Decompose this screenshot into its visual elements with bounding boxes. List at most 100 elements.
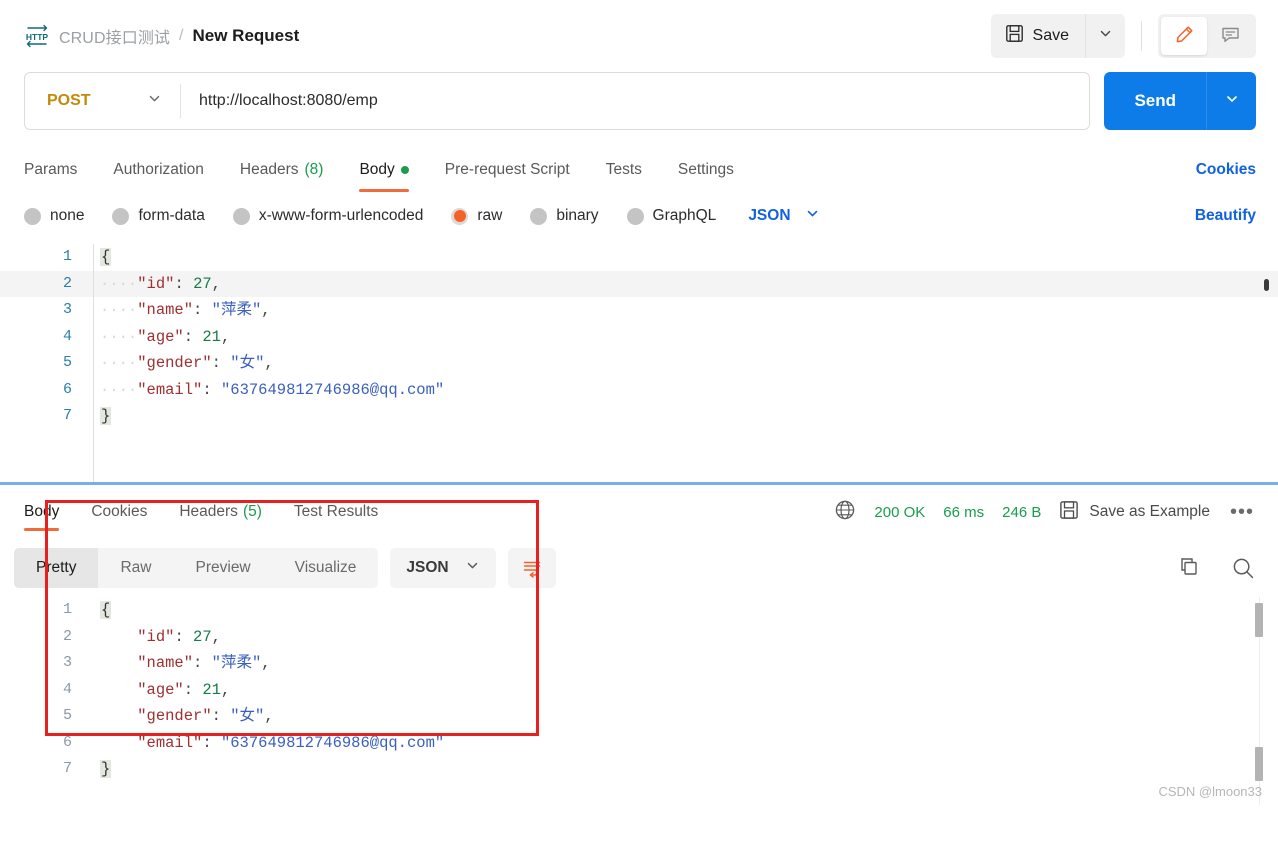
view-mode-raw[interactable]: Raw bbox=[98, 548, 173, 588]
tab-pre-request-script[interactable]: Pre-request Script bbox=[445, 148, 570, 192]
radio-icon bbox=[530, 207, 548, 225]
body-type-binary[interactable]: binary bbox=[530, 207, 599, 225]
send-button[interactable]: Send bbox=[1104, 72, 1206, 130]
code-token-comma: , bbox=[264, 354, 274, 372]
response-tab-cookies[interactable]: Cookies bbox=[91, 485, 147, 539]
response-format-select[interactable]: JSON bbox=[390, 548, 496, 588]
code-token-colon: : bbox=[211, 354, 221, 372]
body-format-select[interactable]: JSON bbox=[748, 206, 819, 226]
code-line: 4 ····"age": 21, bbox=[0, 324, 1278, 351]
code-token-key: "age" bbox=[137, 680, 184, 699]
save-button[interactable]: Save bbox=[990, 14, 1085, 58]
save-as-example-button[interactable]: Save as Example bbox=[1059, 500, 1210, 525]
beautify-link[interactable]: Beautify bbox=[1195, 207, 1256, 225]
radio-label: raw bbox=[477, 207, 503, 224]
code-indent: ···· bbox=[100, 354, 138, 372]
body-type-raw[interactable]: raw bbox=[451, 207, 502, 225]
tab-authorization[interactable]: Authorization bbox=[113, 148, 203, 192]
tab-settings[interactable]: Settings bbox=[678, 148, 734, 192]
chevron-down-icon bbox=[805, 206, 820, 226]
code-line: 2 ····"id": 27, bbox=[0, 270, 1278, 297]
edit-mode-button[interactable] bbox=[1161, 17, 1207, 55]
body-type-graphql[interactable]: GraphQL bbox=[626, 207, 716, 225]
editor-gutter-line bbox=[93, 244, 94, 482]
view-mode-preview[interactable]: Preview bbox=[174, 548, 273, 588]
view-toggle-group bbox=[1158, 14, 1256, 58]
body-type-none[interactable]: none bbox=[24, 207, 84, 225]
response-scrollbar-thumb-bottom[interactable] bbox=[1255, 747, 1263, 781]
comment-button[interactable] bbox=[1207, 17, 1253, 55]
response-scrollbar-thumb-top[interactable] bbox=[1255, 603, 1263, 637]
code-token-colon: : bbox=[174, 627, 194, 646]
code-line: 2 "id": 27, bbox=[0, 624, 1278, 651]
response-body-viewer[interactable]: 1 { 2 "id": 27, 3 "name": "萍柔", 4 "age":… bbox=[0, 597, 1278, 805]
code-token-value: 27 bbox=[193, 627, 212, 646]
http-method-label: POST bbox=[47, 92, 91, 109]
ellipsis-icon[interactable]: ••• bbox=[1228, 501, 1256, 524]
radio-icon bbox=[626, 207, 644, 225]
code-line: 3 "name": "萍柔", bbox=[0, 650, 1278, 677]
response-tab-headers[interactable]: Headers (5) bbox=[179, 485, 262, 539]
response-tab-label: Test Results bbox=[293, 503, 379, 520]
line-number: 1 bbox=[62, 248, 72, 265]
code-line: 7 } bbox=[0, 403, 1278, 430]
view-mode-visualize[interactable]: Visualize bbox=[273, 548, 379, 588]
response-toolbar: Pretty Raw Preview Visualize JSON bbox=[0, 539, 1278, 597]
code-line: 1 { bbox=[0, 244, 1278, 271]
comment-icon bbox=[1220, 24, 1241, 48]
line-number: 2 bbox=[62, 627, 72, 645]
code-line: 5 ····"gender": "女", bbox=[0, 350, 1278, 377]
search-icon[interactable] bbox=[1231, 556, 1256, 581]
code-token-key: "name" bbox=[137, 301, 194, 319]
response-tab-test-results[interactable]: Test Results bbox=[294, 485, 378, 539]
word-wrap-icon[interactable] bbox=[507, 548, 556, 588]
code-line: 3 ····"name": "萍柔", bbox=[0, 297, 1278, 324]
code-token-value: 21 bbox=[202, 680, 221, 699]
code-token-colon: : bbox=[193, 301, 203, 319]
radio-icon-selected bbox=[451, 207, 469, 225]
tab-headers[interactable]: Headers (8) bbox=[240, 148, 324, 192]
tab-tests[interactable]: Tests bbox=[606, 148, 642, 192]
code-line: 7 } bbox=[0, 756, 1278, 783]
copy-icon[interactable] bbox=[1177, 556, 1201, 580]
tab-label: Settings bbox=[677, 161, 734, 178]
tab-params[interactable]: Params bbox=[24, 148, 77, 192]
code-indent: ···· bbox=[100, 301, 138, 319]
response-time: 66 ms bbox=[943, 503, 985, 521]
request-body-editor[interactable]: 1 { 2 ····"id": 27, 3 ····"name": "萍柔", … bbox=[0, 244, 1278, 482]
editor-vertical-scrollbar[interactable] bbox=[1264, 279, 1269, 291]
response-size: 246 B bbox=[1002, 503, 1042, 521]
tab-body[interactable]: Body bbox=[359, 148, 410, 192]
tab-label: Params bbox=[24, 161, 78, 178]
view-mode-pretty[interactable]: Pretty bbox=[14, 548, 99, 588]
response-meta: 200 OK 66 ms 246 B Save as Example ••• bbox=[834, 499, 1256, 526]
code-token-value: "637649812746986@qq.com" bbox=[220, 380, 445, 399]
code-token-brace: { bbox=[100, 601, 112, 619]
code-token-colon: : bbox=[202, 733, 221, 752]
breadcrumb-collection[interactable]: CRUD接口测试 bbox=[59, 24, 170, 48]
radio-label: binary bbox=[556, 207, 599, 224]
line-number: 3 bbox=[62, 654, 72, 671]
code-token-value: "萍柔" bbox=[211, 654, 262, 672]
chevron-down-icon bbox=[1098, 26, 1113, 46]
response-tab-count: (5) bbox=[242, 503, 262, 520]
cookies-link[interactable]: Cookies bbox=[1196, 161, 1256, 179]
code-token-key: "gender" bbox=[137, 707, 212, 725]
chevron-down-icon bbox=[1224, 91, 1240, 112]
code-token-comma: , bbox=[220, 327, 231, 346]
code-token-key: "email" bbox=[137, 733, 203, 752]
body-type-form-data[interactable]: form-data bbox=[112, 207, 205, 225]
code-token-value: "女" bbox=[230, 707, 265, 725]
response-tab-body[interactable]: Body bbox=[24, 485, 60, 539]
save-button-label: Save bbox=[1032, 27, 1069, 44]
request-body-editor-wrap: 1 { 2 ····"id": 27, 3 ····"name": "萍柔", … bbox=[0, 244, 1278, 736]
body-type-x-www-form-urlencoded[interactable]: x-www-form-urlencoded bbox=[232, 207, 423, 225]
send-options-dropdown[interactable] bbox=[1206, 72, 1256, 130]
url-input[interactable] bbox=[181, 73, 1090, 129]
http-method-select[interactable]: POST bbox=[25, 73, 180, 129]
line-number: 6 bbox=[62, 380, 72, 398]
save-options-dropdown[interactable] bbox=[1085, 14, 1125, 58]
